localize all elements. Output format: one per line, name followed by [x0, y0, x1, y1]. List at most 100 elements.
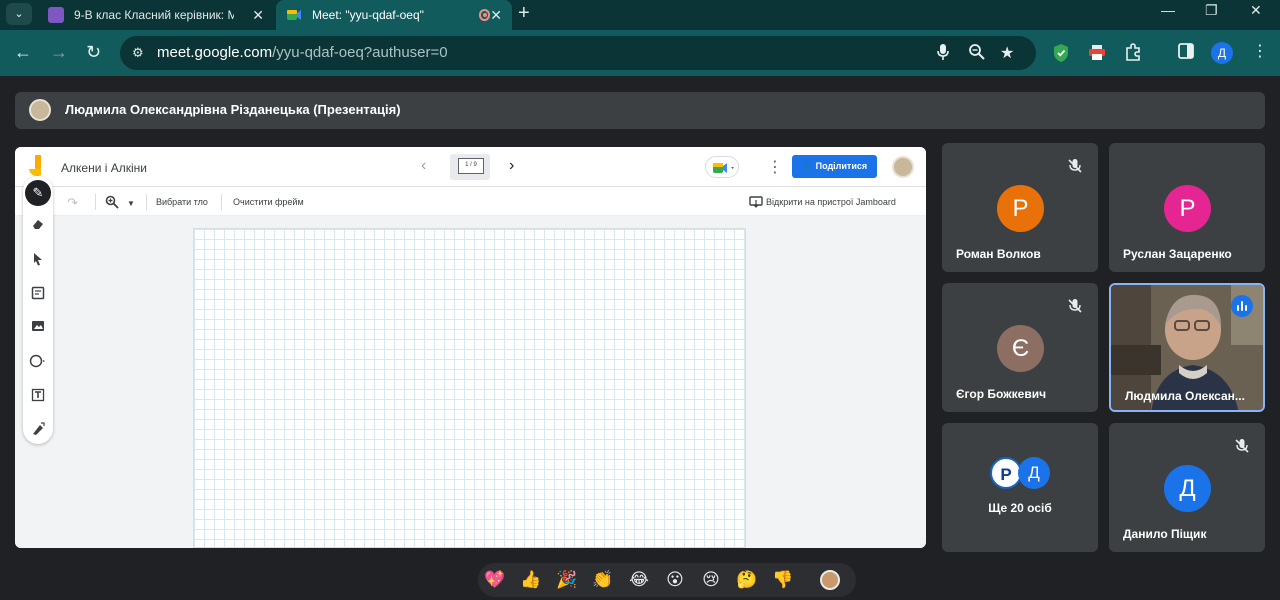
reaction-thumbs-up-icon[interactable]: 👍 [520, 569, 542, 591]
speaking-indicator-icon [1231, 295, 1253, 317]
share-button[interactable]: 👤 Поділитися [792, 155, 877, 178]
skin-tone-picker[interactable] [820, 570, 840, 590]
recording-indicator-icon [478, 9, 491, 21]
avatar: Д [1164, 465, 1211, 512]
divider [146, 194, 147, 210]
close-tab-icon[interactable]: ✕ [490, 7, 502, 24]
eraser-icon[interactable] [23, 218, 53, 233]
tab-title: 9-В клас Класний керівник: М [74, 8, 234, 22]
reaction-thinking-icon[interactable]: 🤔 [736, 569, 758, 591]
participant-tile[interactable]: Є Єгор Божкевич [942, 283, 1098, 412]
tab-meet[interactable]: Meet: "yyu-qdaf-oeq" ✕ [276, 0, 512, 30]
tab-title: Meet: "yyu-qdaf-oeq" [312, 8, 424, 22]
zoom-icon[interactable] [105, 195, 119, 212]
reaction-thumbs-down-icon[interactable]: 👎 [772, 569, 794, 591]
shared-screen: Алкени і Алкіни ‹ 1 / 9 › ⋮ 👤 Поділитися… [15, 147, 926, 548]
grid-canvas[interactable] [193, 228, 746, 548]
meet-present-button[interactable] [705, 156, 739, 178]
close-tab-icon[interactable]: ✕ [252, 7, 264, 24]
shield-extension-icon[interactable] [1052, 43, 1070, 68]
reaction-sad-icon[interactable]: 😢 [700, 569, 722, 591]
sticky-note-icon[interactable] [23, 286, 53, 303]
frame-bar-button[interactable]: 1 / 9 [450, 154, 490, 180]
jam-canvas-area [15, 216, 926, 548]
presenter-label: Людмила Олександрівна Різданецька (Презе… [65, 102, 401, 117]
presentation-banner: Людмила Олександрівна Різданецька (Презе… [15, 92, 1265, 129]
new-tab-button[interactable]: + [518, 2, 530, 25]
jam-toolbar: ↶ ↷ ▼ Вибрати тло Очистити фрейм Відкрит… [15, 188, 926, 216]
jam-title[interactable]: Алкени і Алкіни [61, 161, 147, 175]
restore-icon[interactable]: ❐ [1205, 2, 1218, 19]
participant-tile[interactable]: Р Руслан Зацаренко [1109, 143, 1265, 272]
mic-off-icon [1068, 159, 1082, 173]
tab-classroom[interactable]: 9-В клас Класний керівник: М ✕ [38, 0, 274, 30]
browser-menu-icon[interactable]: ⋮ [1252, 41, 1268, 61]
participant-name: Людмила Олексан... [1125, 389, 1245, 403]
tab-search-button[interactable]: ⌄ [6, 3, 32, 25]
microphone-icon[interactable] [936, 43, 950, 66]
open-on-device-button[interactable]: Відкрити на пристрої Jamboard [766, 197, 896, 207]
participant-tile[interactable]: Д Данило Піщик [1109, 423, 1265, 552]
avatar: Д [1018, 457, 1050, 489]
url-text: meet.google.com/yyu-qdaf-oeq?authuser=0 [157, 44, 448, 61]
tab-strip: ⌄ 9-В клас Класний керівник: М ✕ Meet: "… [0, 0, 1280, 30]
presenter-avatar [29, 99, 51, 121]
user-icon: 👤 [801, 161, 814, 171]
forward-icon[interactable]: → [50, 42, 68, 62]
meet-icon [713, 163, 734, 173]
laser-icon[interactable] [23, 422, 53, 439]
pen-icon[interactable]: ✎ [25, 180, 51, 206]
site-info-icon[interactable]: ⚙ [132, 45, 144, 61]
shape-circle-icon[interactable] [23, 354, 53, 371]
more-participants-tile[interactable]: Р Д Ще 20 осіб [942, 423, 1098, 552]
set-background-button[interactable]: Вибрати тло [156, 197, 208, 207]
drawing-tools: ✎ [23, 176, 53, 444]
side-panel-icon[interactable] [1178, 43, 1194, 64]
avatar: Є [997, 325, 1044, 372]
close-window-icon[interactable]: ✕ [1250, 2, 1262, 19]
extensions-puzzle-icon[interactable] [1124, 43, 1142, 66]
profile-avatar[interactable]: Д [1211, 42, 1233, 64]
jam-user-avatar[interactable] [892, 156, 914, 178]
participant-tile-video[interactable]: Людмила Олексан... [1109, 283, 1265, 412]
printer-extension-icon[interactable] [1088, 43, 1106, 66]
participant-tile[interactable]: Р Роман Волков [942, 143, 1098, 272]
select-cursor-icon[interactable] [23, 252, 53, 269]
prev-frame-icon[interactable]: ‹ [421, 157, 426, 175]
avatar: Р [1164, 185, 1211, 232]
reaction-clap-icon[interactable]: 👏 [592, 569, 614, 591]
mic-off-icon [1235, 439, 1249, 453]
minimize-icon[interactable]: — [1161, 2, 1175, 18]
redo-icon[interactable]: ↷ [67, 195, 78, 211]
text-box-icon[interactable] [23, 388, 53, 405]
participant-name: Данило Піщик [1123, 527, 1207, 541]
browser-toolbar: ← → ↻ ⚙ meet.google.com/yyu-qdaf-oeq?aut… [0, 30, 1280, 76]
zoom-dropdown-icon[interactable]: ▼ [127, 199, 135, 208]
reaction-heart-icon[interactable]: 💖 [484, 569, 506, 591]
cast-device-icon [749, 196, 763, 211]
reaction-surprised-icon[interactable]: 😮 [664, 569, 686, 591]
reactions-bar: 💖 👍 🎉 👏 😂 😮 😢 🤔 👎 [478, 563, 856, 597]
avatar: Р [997, 185, 1044, 232]
address-bar[interactable]: ⚙ meet.google.com/yyu-qdaf-oeq?authuser=… [120, 36, 1036, 70]
clear-frame-button[interactable]: Очистити фрейм [233, 197, 304, 207]
reaction-laugh-icon[interactable]: 😂 [628, 569, 650, 591]
more-participants-label: Ще 20 осіб [988, 501, 1052, 515]
reaction-party-icon[interactable]: 🎉 [556, 569, 578, 591]
back-icon[interactable]: ← [14, 42, 32, 62]
jam-more-icon[interactable]: ⋮ [767, 157, 783, 177]
zoom-icon[interactable] [968, 43, 986, 66]
next-frame-icon[interactable]: › [509, 157, 514, 175]
image-icon[interactable] [23, 320, 53, 335]
reload-icon[interactable]: ↻ [86, 42, 101, 62]
participant-name: Руслан Зацаренко [1123, 247, 1232, 261]
meet-favicon-icon [286, 7, 302, 23]
divider [221, 194, 222, 210]
participant-name: Роман Волков [956, 247, 1041, 261]
bookmark-star-icon[interactable]: ★ [1000, 43, 1014, 63]
participant-name: Єгор Божкевич [956, 387, 1047, 401]
frame-indicator: 1 / 9 [458, 158, 484, 174]
mic-off-icon [1068, 299, 1082, 313]
classroom-favicon-icon [48, 7, 64, 23]
jamboard-header: Алкени і Алкіни ‹ 1 / 9 › ⋮ 👤 Поділитися [15, 147, 926, 187]
